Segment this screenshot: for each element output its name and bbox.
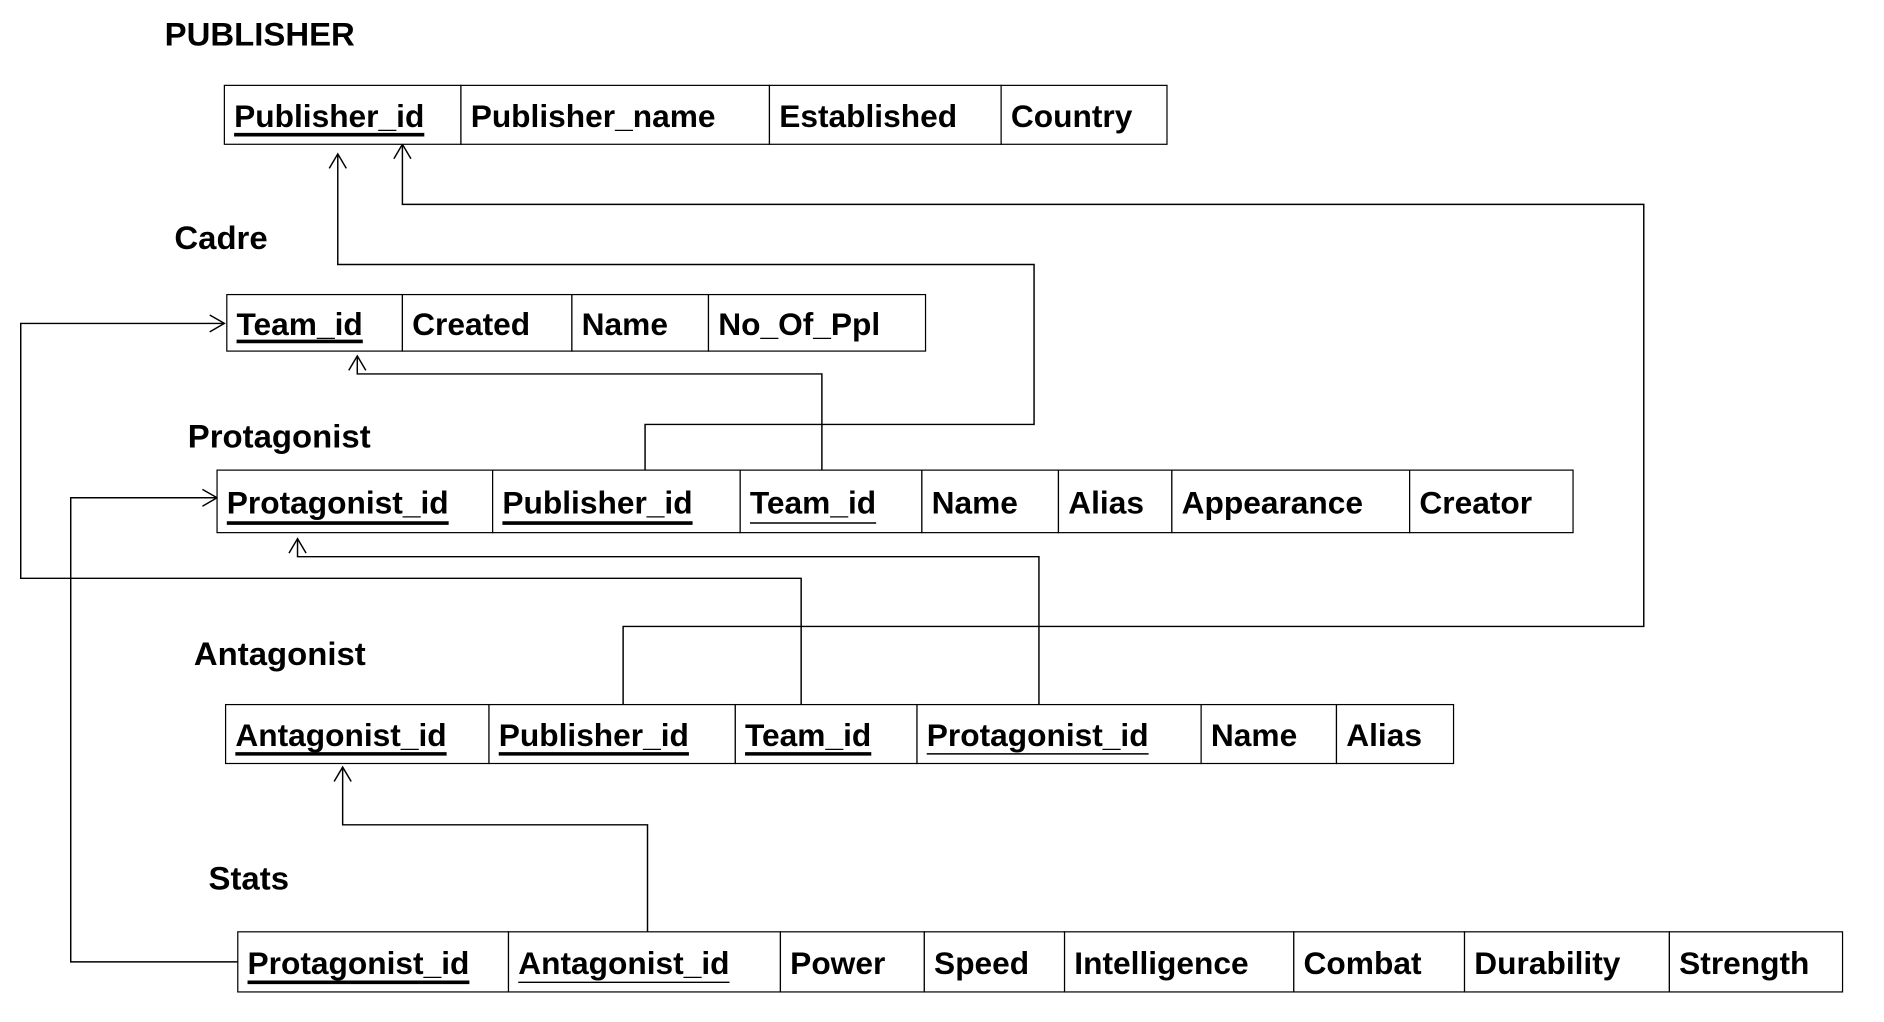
table-stats: Stats Protagonist_id Antagonist_id Power Spe… xyxy=(209,860,1844,993)
table-antagonist: Antagonist Antagonist_id Publisher_id Team_… xyxy=(194,635,1455,765)
column-name: Publisher_id xyxy=(499,718,689,753)
column-name: Protagonist_id xyxy=(227,486,449,521)
column-name: Alias xyxy=(1346,718,1422,753)
relationship-lines xyxy=(19,142,1645,963)
relationship-line xyxy=(348,354,823,471)
relationship-line xyxy=(333,765,649,932)
column-name: Team_id xyxy=(237,307,363,342)
column-name: Speed xyxy=(934,946,1029,981)
column-name: Strength xyxy=(1679,946,1809,981)
column-name: Country xyxy=(1011,99,1133,134)
table-cadre: Cadre Team_id Created Name No_Of_Ppl xyxy=(174,219,927,352)
column-name: Intelligence xyxy=(1074,946,1248,981)
column-name: Durability xyxy=(1474,946,1621,981)
table-title: PUBLISHER xyxy=(165,16,355,53)
column-name: Creator xyxy=(1419,486,1532,521)
column-name: Publisher_id xyxy=(234,99,424,134)
table-title: Antagonist xyxy=(194,635,366,672)
table-protagonist: Protagonist Protagonist_id Publisher_id Tea… xyxy=(188,417,1574,534)
column-name: Antagonist_id xyxy=(235,718,446,753)
column-name: Created xyxy=(412,307,530,342)
table-title: Stats xyxy=(209,860,289,897)
tables: PUBLISHER Publisher_id Publisher_name Estab… xyxy=(165,16,1844,993)
column-name: No_Of_Ppl xyxy=(718,307,880,342)
column-name: Team_id xyxy=(750,486,876,521)
column-name: Appearance xyxy=(1182,486,1363,521)
column-name: Alias xyxy=(1068,486,1144,521)
column-name: Power xyxy=(790,946,885,981)
relationship-line xyxy=(288,537,1040,705)
column-name: Name xyxy=(1211,718,1297,753)
column-name: Publisher_id xyxy=(502,486,692,521)
column-name: Protagonist_id xyxy=(248,946,470,981)
table-title: Cadre xyxy=(174,219,267,256)
table-title: Protagonist xyxy=(188,417,371,454)
column-name: Publisher_name xyxy=(471,99,716,134)
column-name: Antagonist_id xyxy=(518,946,729,981)
column-name: Established xyxy=(779,99,957,134)
column-name: Name xyxy=(932,486,1018,521)
er-diagram: PUBLISHER Publisher_id Publisher_name Estab… xyxy=(19,16,1844,993)
table-publisher: PUBLISHER Publisher_id Publisher_name Estab… xyxy=(165,16,1168,145)
column-name: Team_id xyxy=(745,718,871,753)
column-name: Combat xyxy=(1304,946,1422,981)
column-name: Protagonist_id xyxy=(927,718,1149,753)
column-name: Name xyxy=(582,307,668,342)
